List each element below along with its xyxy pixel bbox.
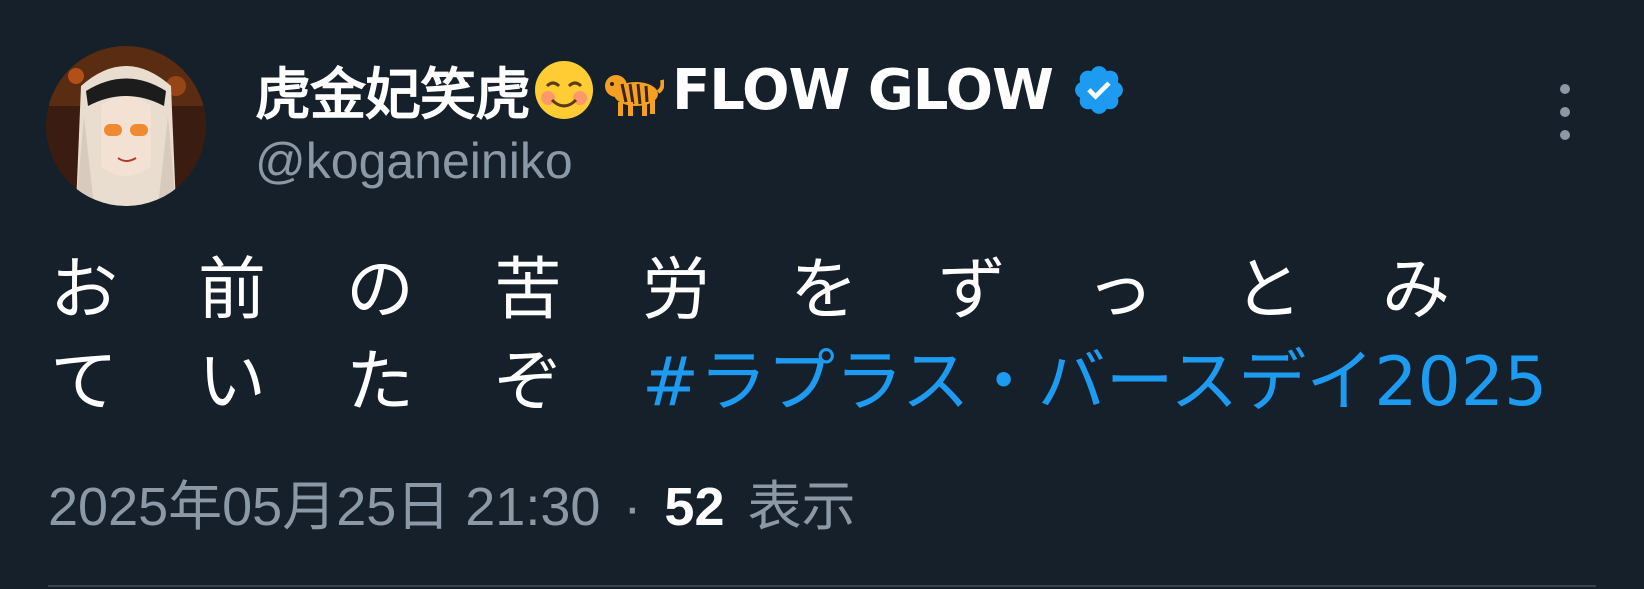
meta-separator: · bbox=[623, 477, 642, 537]
author-display-name-suffix[interactable]: FLOW GLOW bbox=[672, 58, 1054, 123]
views-count: 52 bbox=[664, 477, 725, 537]
author-handle[interactable]: @koganeiniko bbox=[255, 132, 573, 190]
divider bbox=[48, 585, 1596, 587]
tweet-meta: 2025年05月25日 21:30 · 52 表示 bbox=[48, 462, 856, 541]
hashtag-link[interactable]: #ラプラス・バースデイ2025 bbox=[642, 343, 1547, 422]
author-display-name-prefix[interactable]: 虎金妃笑虎 bbox=[255, 50, 531, 131]
tiger-icon bbox=[600, 58, 664, 122]
tweet-timestamp[interactable]: 2025年05月25日 21:30 bbox=[48, 477, 600, 537]
more-options-icon[interactable] bbox=[1545, 84, 1585, 140]
tweet-text: お前の苦労をずっとみ ていたぞ#ラプラス・バースデイ2025 bbox=[50, 245, 1590, 429]
verified-badge-icon[interactable] bbox=[1071, 62, 1127, 118]
avatar[interactable] bbox=[46, 46, 206, 206]
tweet-card: 虎金妃笑虎 FLOW GLOW @koganeiniko お前の苦労をずっとみ … bbox=[0, 0, 1644, 589]
tweet-text-line-2: ていたぞ#ラプラス・バースデイ2025 bbox=[50, 337, 1590, 429]
smiling-face-icon bbox=[532, 58, 596, 122]
author-name-row[interactable]: 虎金妃笑虎 FLOW GLOW bbox=[255, 52, 1127, 128]
views-label: 表示 bbox=[747, 477, 856, 537]
tweet-text-line-2-plain: ていたぞ bbox=[50, 343, 643, 422]
tweet-text-line-1: お前の苦労をずっとみ bbox=[50, 251, 1531, 330]
